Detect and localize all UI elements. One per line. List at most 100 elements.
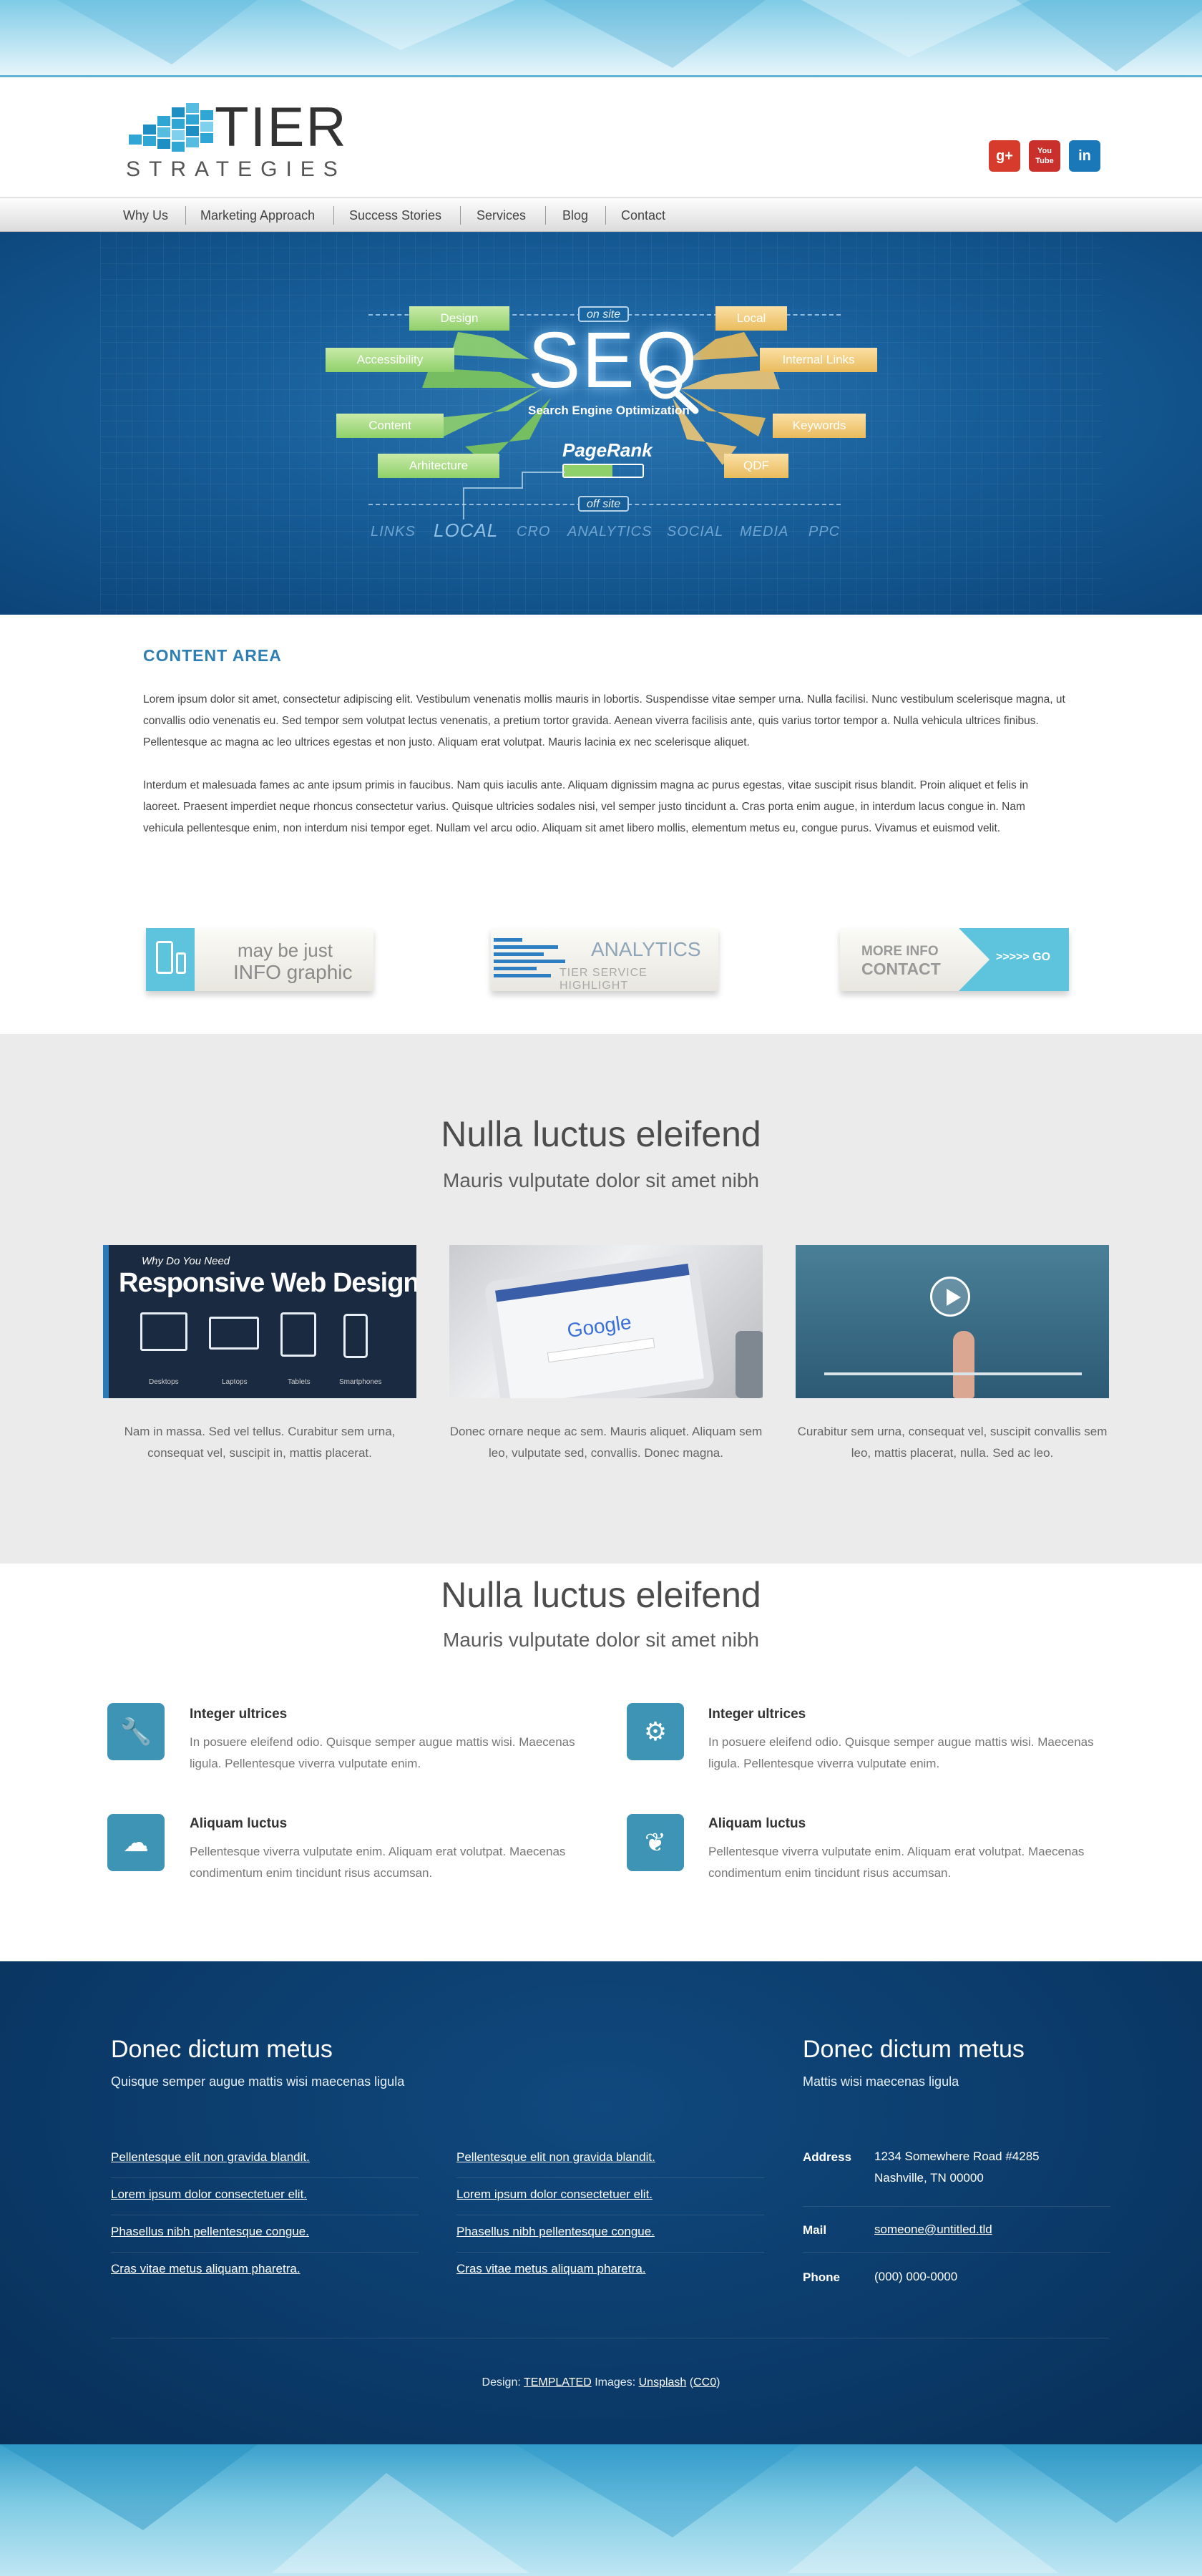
main-nav: Why Us Marketing Approach Success Storie… bbox=[0, 197, 1202, 232]
credit-paren-close: ) bbox=[716, 2376, 720, 2389]
tag-content: Content bbox=[336, 414, 444, 438]
analytics-banner-line2: TIER SERVICE HIGHLIGHT bbox=[560, 967, 648, 992]
features-heading: Nulla luctus eleifend bbox=[441, 1575, 761, 1615]
pagerank-bar bbox=[562, 464, 644, 478]
gallery-caption-2: Donec ornare neque ac sem. Mauris alique… bbox=[449, 1425, 763, 1460]
device-icon bbox=[146, 928, 195, 991]
linkedin-icon[interactable]: in bbox=[1069, 140, 1100, 172]
contact-banner-line2: CONTACT bbox=[861, 960, 941, 978]
keyword-cro: CRO bbox=[517, 524, 551, 540]
nav-item-contact[interactable]: Contact bbox=[621, 208, 665, 223]
contact-banner[interactable]: MORE INFO CONTACT >>>>> GO bbox=[840, 928, 1069, 991]
nav-item-success-stories[interactable]: Success Stories bbox=[349, 208, 441, 223]
responsive-web-design-image[interactable]: Why Do You Need Responsive Web Design De… bbox=[103, 1245, 416, 1398]
tablet-screen: Google bbox=[484, 1252, 715, 1398]
contact-go-label: >>>>> GO bbox=[996, 951, 1051, 963]
feature-title: Integer ultrices bbox=[190, 1707, 288, 1722]
nav-item-services[interactable]: Services bbox=[477, 208, 526, 223]
cloud-icon: ☁ bbox=[107, 1814, 165, 1871]
tag-design: Design bbox=[409, 306, 509, 331]
credit-images-label: Images: bbox=[595, 2376, 636, 2389]
pagerank-connector bbox=[463, 472, 565, 519]
google-tablet-image[interactable]: Google bbox=[449, 1245, 763, 1398]
footer-link[interactable]: Cras vitae metus aliquam pharetra. bbox=[111, 2262, 300, 2276]
footer-link-divider bbox=[456, 2177, 764, 2178]
video-progress-bar[interactable] bbox=[824, 1372, 1082, 1375]
footer-link[interactable]: Lorem ipsum dolor consectetuer elit. bbox=[456, 2187, 653, 2202]
mail-label: Mail bbox=[803, 2223, 827, 2237]
feature-title: Integer ultrices bbox=[708, 1707, 806, 1722]
tag-local: Local bbox=[715, 306, 787, 331]
feature-title: Aliquam luctus bbox=[708, 1816, 806, 1831]
content-paragraph-1: Lorem ipsum dolor sit amet, consectetur … bbox=[143, 693, 1065, 748]
pagerank-label: PageRank bbox=[562, 439, 653, 461]
gallery-subheading: Mauris vulputate dolor sit amet nibh bbox=[443, 1169, 759, 1191]
site-footer: Donec dictum metus Quisque semper augue … bbox=[0, 1961, 1202, 2444]
tag-accessibility: Accessibility bbox=[326, 348, 454, 372]
logo-bars-icon bbox=[129, 103, 213, 152]
contact-divider bbox=[803, 2206, 1110, 2207]
footer-link[interactable]: Pellentesque elit non gravida blandit. bbox=[456, 2150, 655, 2165]
gallery-caption-3: Curabitur sem urna, consequat vel, susci… bbox=[797, 1425, 1108, 1460]
site-header: TIER STRATEGIES g+ You Tube in bbox=[0, 77, 1202, 197]
laptop-icon bbox=[209, 1317, 259, 1350]
address-line-1: 1234 Somewhere Road #4285 bbox=[874, 2150, 1040, 2163]
tag-qdf: QDF bbox=[724, 454, 788, 478]
leaf-icon: ❦ bbox=[627, 1814, 684, 1871]
gallery-heading: Nulla luctus eleifend bbox=[441, 1114, 761, 1154]
feature-text: In posuere eleifend odio. Quisque semper… bbox=[190, 1735, 575, 1770]
footer-link[interactable]: Cras vitae metus aliquam pharetra. bbox=[456, 2262, 646, 2276]
device-label: Laptops bbox=[222, 1378, 248, 1386]
footer-link[interactable]: Pellentesque elit non gravida blandit. bbox=[111, 2150, 310, 2165]
cogs-icon: ⚙ bbox=[627, 1703, 684, 1760]
play-icon[interactable] bbox=[930, 1277, 970, 1317]
mail-link[interactable]: someone@untitled.tld bbox=[874, 2219, 992, 2240]
tier-strategies-logo[interactable]: TIER STRATEGIES bbox=[123, 95, 388, 182]
keyword-social: SOCIAL bbox=[667, 524, 724, 540]
info-graphic-banner[interactable]: may be just INFO graphic bbox=[146, 928, 373, 991]
content-area-title: CONTENT AREA bbox=[143, 646, 282, 665]
unsplash-link[interactable]: Unsplash bbox=[639, 2376, 687, 2389]
video-touch-image[interactable] bbox=[796, 1245, 1109, 1398]
contact-go-arrow[interactable]: >>>>> GO bbox=[959, 928, 1069, 991]
cc0-link[interactable]: CC0 bbox=[693, 2376, 716, 2389]
nav-item-why-us[interactable]: Why Us bbox=[123, 208, 168, 223]
keyword-media: MEDIA bbox=[740, 524, 789, 540]
footer-link-divider bbox=[456, 2252, 764, 2253]
footer-link[interactable]: Lorem ipsum dolor consectetuer elit. bbox=[111, 2187, 307, 2202]
google-plus-icon[interactable]: g+ bbox=[989, 140, 1020, 172]
footer-link[interactable]: Phasellus nibh pellentesque congue. bbox=[111, 2225, 309, 2239]
nav-item-blog[interactable]: Blog bbox=[562, 208, 588, 223]
logo-wordmark: TIER bbox=[215, 95, 348, 158]
google-logo-text: Google bbox=[565, 1310, 633, 1342]
desktop-icon bbox=[140, 1312, 187, 1351]
info-banner-line2: INFO graphic bbox=[233, 961, 353, 983]
nav-separator bbox=[185, 206, 186, 225]
keyword-links: LINKS bbox=[371, 524, 416, 540]
top-decorative-band bbox=[0, 0, 1202, 77]
templated-link[interactable]: TEMPLATED bbox=[524, 2376, 592, 2389]
youtube-icon[interactable]: You Tube bbox=[1029, 140, 1060, 172]
finger-icon bbox=[953, 1331, 974, 1398]
keyword-ppc: PPC bbox=[808, 524, 841, 540]
footer-link[interactable]: Phasellus nibh pellentesque congue. bbox=[456, 2225, 655, 2239]
gallery-caption-1: Nam in massa. Sed vel tellus. Curabitur … bbox=[124, 1425, 396, 1460]
tag-internal-links: Internal Links bbox=[760, 348, 877, 372]
logo-subtitle: STRATEGIES bbox=[126, 157, 346, 181]
rwd-title: Responsive Web Design bbox=[119, 1268, 416, 1298]
off-site-label: off site bbox=[578, 496, 630, 512]
content-paragraph-2: Interdum et malesuada fames ac ante ipsu… bbox=[143, 779, 1029, 834]
hero-banner: on site Design Accessibility Content Arh… bbox=[0, 232, 1202, 615]
nav-separator bbox=[605, 206, 606, 225]
nav-item-marketing-approach[interactable]: Marketing Approach bbox=[200, 208, 315, 223]
seo-subtitle: Search Engine Optimization bbox=[528, 404, 690, 417]
tag-keywords: Keywords bbox=[773, 414, 866, 438]
footer-right-heading: Donec dictum metus bbox=[803, 2036, 1025, 2063]
footer-link-divider bbox=[111, 2252, 419, 2253]
footer-link-divider bbox=[111, 2177, 419, 2178]
wrench-icon: 🔧 bbox=[107, 1703, 165, 1760]
analytics-banner[interactable]: ANALYTICS TIER SERVICE HIGHLIGHT bbox=[491, 928, 718, 992]
feature-text: Pellentesque viverra vulputate enim. Ali… bbox=[708, 1845, 1085, 1880]
footer-credits: Design: TEMPLATED Images: Unsplash (CC0) bbox=[0, 2376, 1202, 2389]
keyword-analytics: ANALYTICS bbox=[567, 524, 653, 540]
